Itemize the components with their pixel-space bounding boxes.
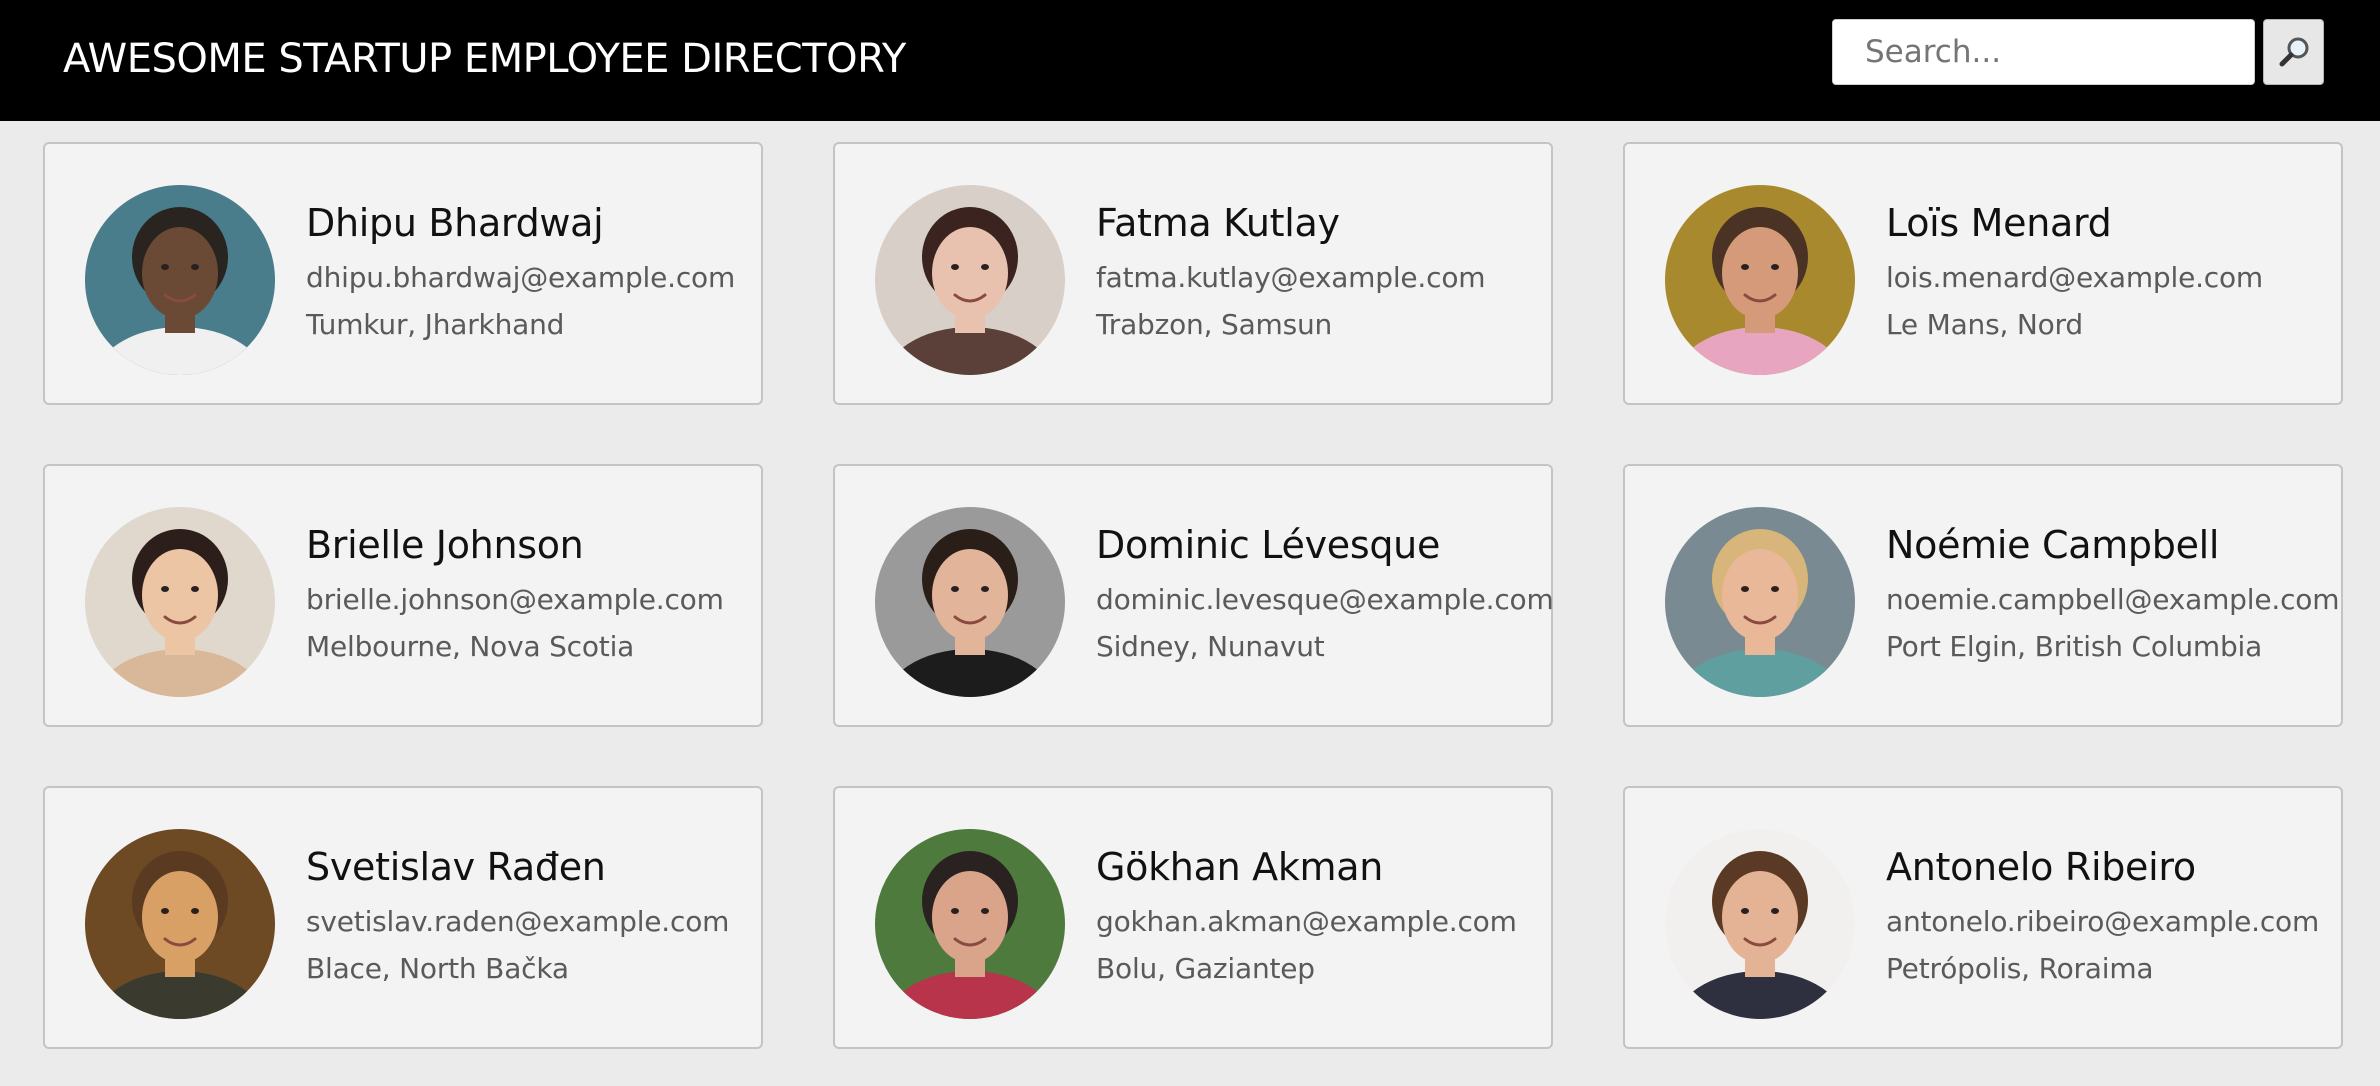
avatar [85, 829, 275, 1019]
employee-name: Noémie Campbell [1886, 523, 2220, 567]
employee-location: Melbourne, Nova Scotia [306, 630, 635, 663]
employee-email: lois.menard@example.com [1886, 261, 2263, 294]
employee-location: Port Elgin, British Columbia [1886, 630, 2263, 663]
employee-email: fatma.kutlay@example.com [1096, 261, 1486, 294]
avatar-photo [875, 185, 1065, 375]
employee-card[interactable]: Antonelo Ribeiro antonelo.ribeiro@exampl… [1623, 786, 2343, 1049]
employee-card[interactable]: Svetislav Rađen svetislav.raden@example.… [43, 786, 763, 1049]
employee-card[interactable]: Dominic Lévesque dominic.levesque@exampl… [833, 464, 1554, 727]
employee-name: Fatma Kutlay [1096, 201, 1340, 245]
employee-card[interactable]: Gökhan Akman gokhan.akman@example.com Bo… [833, 786, 1553, 1049]
avatar-photo [1665, 185, 1855, 375]
avatar-photo [85, 185, 275, 375]
avatar [875, 185, 1065, 375]
employee-name: Antonelo Ribeiro [1886, 845, 2196, 889]
employee-card[interactable]: Brielle Johnson brielle.johnson@example.… [43, 464, 763, 727]
avatar [85, 507, 275, 697]
avatar [1665, 829, 1855, 1019]
employee-name: Brielle Johnson [306, 523, 584, 567]
search-button[interactable] [2263, 19, 2324, 85]
avatar-photo [1665, 507, 1855, 697]
avatar [1665, 507, 1855, 697]
employee-location: Bolu, Gaziantep [1096, 952, 1315, 985]
employee-email: gokhan.akman@example.com [1096, 905, 1517, 938]
avatar-photo [875, 507, 1065, 697]
employee-location: Sidney, Nunavut [1096, 630, 1325, 663]
avatar [85, 185, 275, 375]
avatar [875, 829, 1065, 1019]
employee-card[interactable]: Loïs Menard lois.menard@example.com Le M… [1623, 142, 2343, 405]
employee-name: Dominic Lévesque [1096, 523, 1441, 567]
employee-email: antonelo.ribeiro@example.com [1886, 905, 2320, 938]
avatar-photo [85, 507, 275, 697]
page-title: AWESOME STARTUP EMPLOYEE DIRECTORY [63, 36, 906, 82]
employee-card[interactable]: Dhipu Bhardwaj dhipu.bhardwaj@example.co… [43, 142, 763, 405]
employee-email: noemie.campbell@example.com [1886, 583, 2340, 616]
employee-location: Trabzon, Samsun [1096, 308, 1333, 341]
employee-location: Petrópolis, Roraima [1886, 952, 2154, 985]
employee-card[interactable]: Noémie Campbell noemie.campbell@example.… [1623, 464, 2343, 727]
employee-name: Dhipu Bhardwaj [306, 201, 604, 245]
employee-location: Le Mans, Nord [1886, 308, 2083, 341]
avatar [875, 507, 1065, 697]
search-icon [2279, 37, 2309, 67]
avatar-photo [875, 829, 1065, 1019]
app-header: AWESOME STARTUP EMPLOYEE DIRECTORY [0, 0, 2380, 121]
employee-card[interactable]: Fatma Kutlay fatma.kutlay@example.com Tr… [833, 142, 1553, 405]
employee-name: Gökhan Akman [1096, 845, 1384, 889]
employee-email: dhipu.bhardwaj@example.com [306, 261, 736, 294]
avatar [1665, 185, 1855, 375]
employee-email: brielle.johnson@example.com [306, 583, 724, 616]
employee-name: Loïs Menard [1886, 201, 2112, 245]
employee-location: Tumkur, Jharkhand [306, 308, 565, 341]
employee-location: Blace, North Bačka [306, 952, 569, 985]
avatar-photo [1665, 829, 1855, 1019]
avatar-photo [85, 829, 275, 1019]
employee-name: Svetislav Rađen [306, 845, 606, 889]
employee-email: dominic.levesque@example.com [1096, 583, 1554, 616]
employee-email: svetislav.raden@example.com [306, 905, 730, 938]
search-input[interactable] [1832, 19, 2255, 85]
